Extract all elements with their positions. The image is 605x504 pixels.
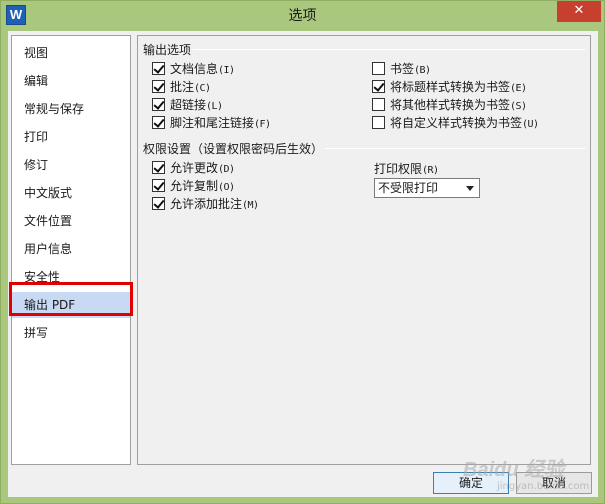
checkbox-allow-copy[interactable]: 允许复制(O)	[152, 177, 235, 195]
sidebar-item-print[interactable]: 打印	[12, 124, 130, 150]
checkbox-box[interactable]	[152, 98, 165, 111]
checkbox-label: 将其他样式转换为书签	[390, 98, 511, 112]
output-options-title: 输出选项	[143, 41, 194, 58]
checkbox-box[interactable]	[152, 62, 165, 75]
print-permission-select[interactable]: 不受限打印	[374, 178, 480, 198]
permission-settings-title: 权限设置（设置权限密码后生效）	[143, 140, 326, 157]
checkbox-allow-add-comments[interactable]: 允许添加批注(M)	[152, 195, 259, 213]
accelerator-key: (F)	[254, 119, 271, 130]
checkbox-label: 将标题样式转换为书签	[390, 80, 511, 94]
output-pdf-panel: 输出选项 文档信息(I) 批注(C) 超链接(L) 脚注和尾注链接(F) 书签(…	[137, 35, 591, 465]
checkbox-label: 批注	[170, 80, 195, 94]
checkbox-label: 允许复制	[170, 179, 219, 193]
sidebar-item-general-save[interactable]: 常规与保存	[12, 96, 130, 122]
sidebar-item-file-location[interactable]: 文件位置	[12, 208, 130, 234]
checkbox-box[interactable]	[152, 161, 165, 174]
accelerator-key: (I)	[218, 65, 235, 76]
checkbox-heading-to-bookmark[interactable]: 将标题样式转换为书签(E)	[372, 78, 527, 96]
accelerator-key: (E)	[510, 83, 527, 94]
dialog-title: 选项	[288, 8, 317, 24]
checkbox-other-style-to-bookmark[interactable]: 将其他样式转换为书签(S)	[372, 96, 527, 114]
close-button[interactable]: ✕	[557, 1, 601, 22]
checkbox-allow-changes[interactable]: 允许更改(D)	[152, 159, 235, 177]
accelerator-key: (U)	[522, 119, 539, 130]
group-divider	[142, 49, 586, 50]
accelerator-key: (C)	[194, 83, 211, 94]
checkbox-comments[interactable]: 批注(C)	[152, 78, 211, 96]
checkbox-label: 将自定义样式转换为书签	[390, 116, 523, 130]
accelerator-key: (O)	[218, 182, 235, 193]
print-permission-label: 打印权限(R)	[374, 160, 439, 177]
accelerator-key: (B)	[414, 65, 431, 76]
sidebar-item-view[interactable]: 视图	[12, 40, 130, 66]
options-sidebar: 视图 编辑 常规与保存 打印 修订 中文版式 文件位置 用户信息 安全性 输出 …	[11, 35, 131, 465]
title-bar: W 选项 ✕	[1, 1, 604, 31]
cancel-button[interactable]: 取消	[516, 472, 592, 494]
accelerator-key: (M)	[242, 200, 259, 211]
checkbox-box[interactable]	[152, 80, 165, 93]
options-dialog: W 选项 ✕ 视图 编辑 常规与保存 打印 修订 中文版式 文件位置 用户信息 …	[0, 0, 605, 504]
accelerator-key: (S)	[510, 101, 527, 112]
accelerator-key: (R)	[422, 165, 439, 176]
sidebar-item-user-info[interactable]: 用户信息	[12, 236, 130, 262]
accelerator-key: (D)	[218, 164, 235, 175]
sidebar-item-edit[interactable]: 编辑	[12, 68, 130, 94]
checkbox-label: 文档信息	[170, 62, 219, 76]
accelerator-key: (L)	[206, 101, 223, 112]
print-permission-value: 不受限打印	[378, 181, 439, 195]
sidebar-item-chinese-layout[interactable]: 中文版式	[12, 180, 130, 206]
checkbox-box[interactable]	[372, 80, 385, 93]
checkbox-label: 允许更改	[170, 161, 219, 175]
dropdown-arrow-icon	[466, 186, 474, 191]
checkbox-box[interactable]	[152, 116, 165, 129]
checkbox-label: 脚注和尾注链接	[170, 116, 255, 130]
checkbox-hyperlinks[interactable]: 超链接(L)	[152, 96, 223, 114]
print-permission-text: 打印权限	[374, 162, 423, 176]
checkbox-box[interactable]	[372, 98, 385, 111]
ok-button[interactable]: 确定	[433, 472, 509, 494]
checkbox-box[interactable]	[372, 116, 385, 129]
sidebar-item-revision[interactable]: 修订	[12, 152, 130, 178]
red-highlight-annotation	[9, 282, 133, 316]
sidebar-item-spelling[interactable]: 拼写	[12, 320, 130, 346]
checkbox-label: 超链接	[170, 98, 207, 112]
dialog-body: 视图 编辑 常规与保存 打印 修订 中文版式 文件位置 用户信息 安全性 输出 …	[8, 31, 598, 497]
checkbox-label: 允许添加批注	[170, 197, 243, 211]
checkbox-box[interactable]	[372, 62, 385, 75]
checkbox-bookmarks[interactable]: 书签(B)	[372, 60, 431, 78]
checkbox-doc-info[interactable]: 文档信息(I)	[152, 60, 235, 78]
checkbox-box[interactable]	[152, 197, 165, 210]
checkbox-custom-style-to-bookmark[interactable]: 将自定义样式转换为书签(U)	[372, 114, 539, 132]
checkbox-box[interactable]	[152, 179, 165, 192]
checkbox-footnote-links[interactable]: 脚注和尾注链接(F)	[152, 114, 271, 132]
checkbox-label: 书签	[390, 62, 415, 76]
